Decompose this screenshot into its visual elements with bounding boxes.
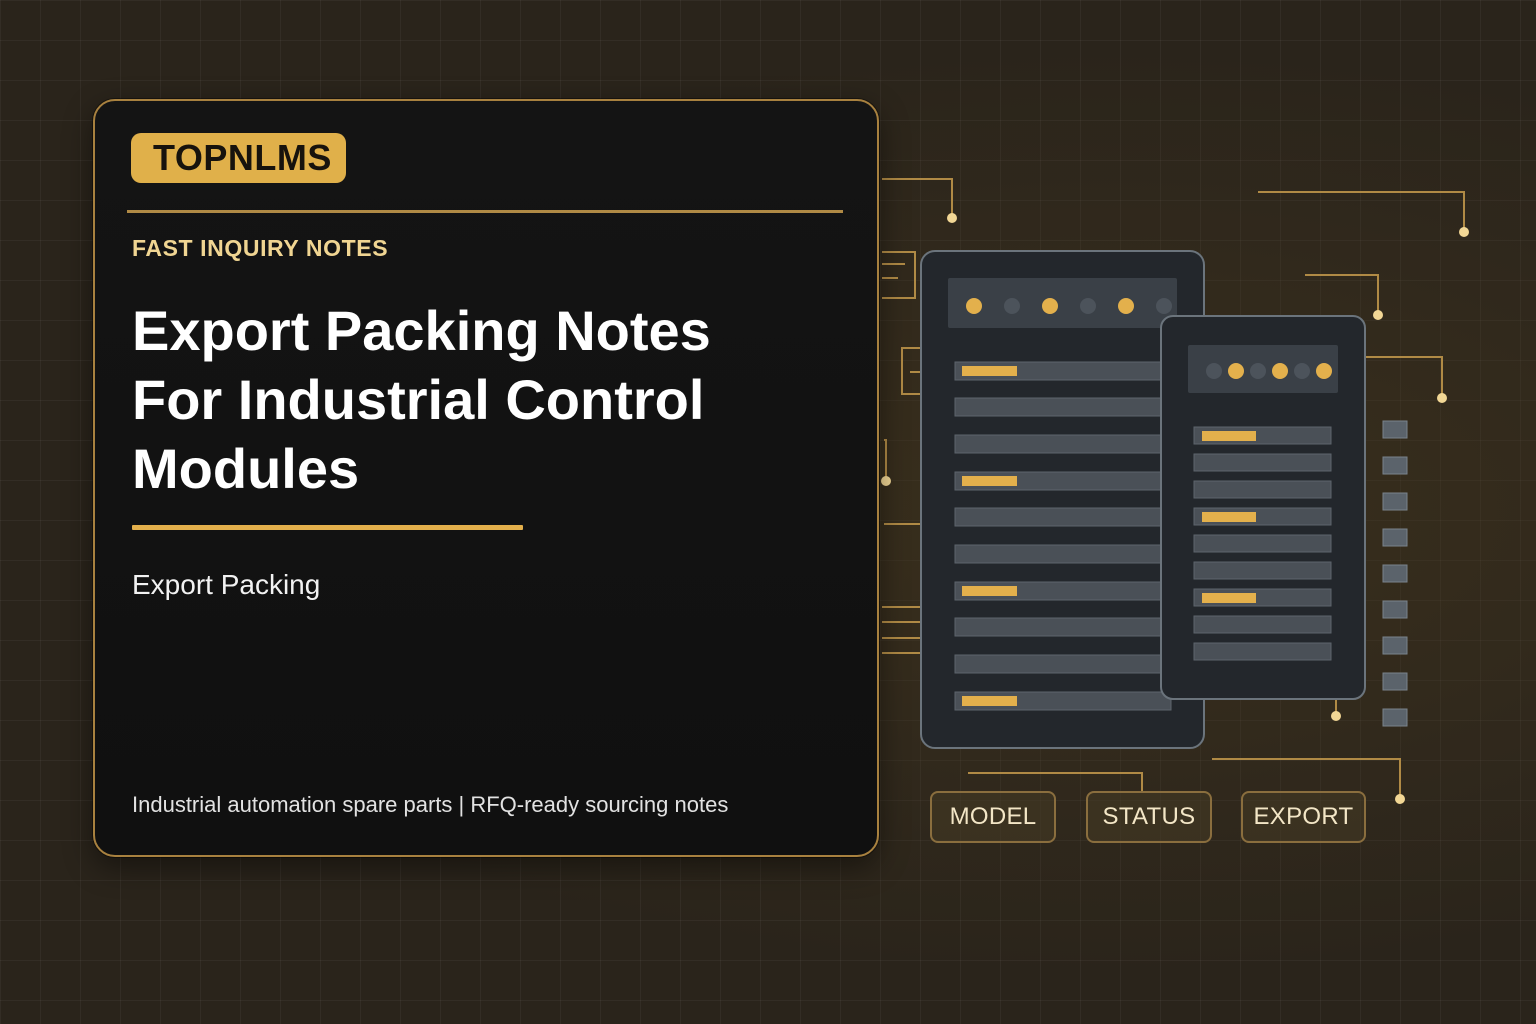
model-chip: MODEL — [930, 791, 1056, 843]
status-chip: STATUS — [1086, 791, 1212, 843]
eyebrow-label: FAST INQUIRY NOTES — [132, 235, 389, 261]
topic-tag: Export Packing — [132, 569, 321, 600]
export-chip: EXPORT — [1241, 791, 1366, 843]
info-card: TOPNLMS FAST INQUIRY NOTES Export Packin… — [93, 99, 879, 857]
brand-name: TOPNLMS — [153, 137, 332, 178]
divider-top — [127, 210, 843, 213]
brand-badge: TOPNLMS — [131, 133, 346, 183]
divider-accent — [132, 525, 523, 530]
footer-caption: Industrial automation spare parts | RFQ-… — [132, 792, 729, 817]
page-title: Export Packing Notes For Industrial Cont… — [132, 299, 711, 500]
